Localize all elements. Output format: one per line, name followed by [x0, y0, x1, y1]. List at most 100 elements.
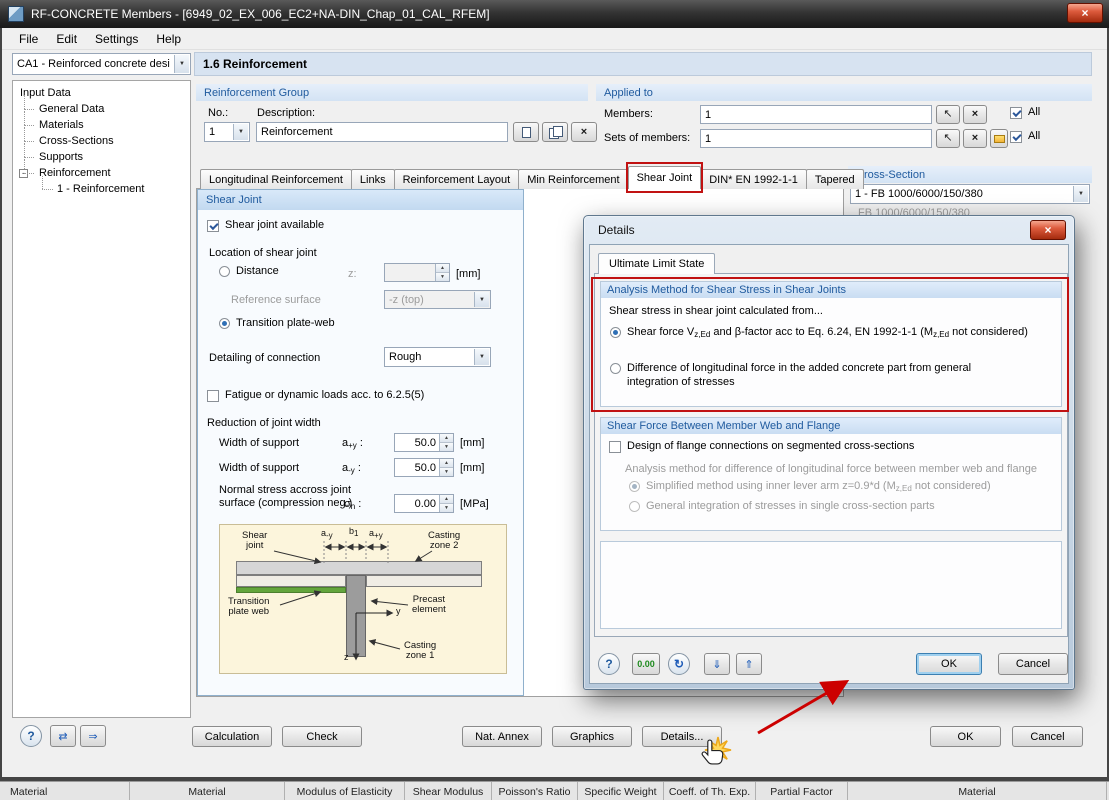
details-dialog-titlebar[interactable]: Details [584, 216, 1074, 244]
longitudinal-difference-radio[interactable] [610, 363, 621, 374]
tree-item-materials[interactable]: Materials [13, 111, 190, 133]
case-selector[interactable]: CA1 - Reinforced concrete desi ▼ [12, 53, 191, 75]
pick-sets-button[interactable]: ↖ [936, 129, 960, 148]
distance-radio[interactable]: Distance [219, 265, 279, 277]
navigator-tree: Input Data General Data Materials Cross-… [12, 80, 191, 718]
new-group-button[interactable] [513, 122, 539, 142]
chevron-down-icon: ▼ [474, 292, 489, 307]
shear-stress-section-header: Analysis Method for Shear Stress in Shea… [601, 282, 1061, 298]
flange-section-header: Shear Force Between Member Web and Flang… [601, 418, 1061, 434]
simplified-method-radio[interactable]: Simplified method using inner lever arm … [629, 480, 991, 493]
members-input[interactable]: 1 [700, 105, 932, 124]
diagram-topping-slab [236, 561, 482, 575]
calculation-button[interactable]: Calculation [192, 726, 272, 747]
spinner-arrows-icon[interactable]: ▲ ▼ [435, 264, 449, 281]
details-cancel-button[interactable]: Cancel [998, 653, 1068, 675]
shear-force-beta-radio[interactable] [610, 327, 621, 338]
reset-defaults-button[interactable]: ↻ [668, 653, 690, 675]
tree-item-supports[interactable]: Supports [13, 143, 190, 165]
details-button[interactable]: Details... [642, 726, 722, 747]
tab-strip: Longitudinal Reinforcement Links Reinfor… [200, 162, 864, 193]
normal-stress-spinner[interactable]: 0.00 ▲ ▼ [394, 494, 454, 513]
details-ok-button[interactable]: OK [916, 653, 982, 675]
check-button[interactable]: Check [282, 726, 362, 747]
diagram-label-casting-zone-1: Casting zone 1 [404, 640, 437, 661]
diagram-left-plank [236, 575, 346, 587]
tab-din-en-1992[interactable]: DIN* EN 1992-1-1 [700, 169, 807, 189]
flange-section: Shear Force Between Member Web and Flang… [600, 417, 1062, 531]
sets-all-checkbox[interactable]: All [1010, 130, 1040, 143]
mm-unit: [mm] [460, 462, 485, 474]
table-header-cell: Poisson's Ratio [492, 782, 578, 800]
menu-settings[interactable]: Settings [86, 29, 147, 49]
detailing-select[interactable]: Rough ▼ [384, 347, 491, 367]
titlebar[interactable]: RF-CONCRETE Members - [6949_02_EX_006_EC… [0, 0, 1109, 28]
jump-graphic-button[interactable]: ⇄ [50, 725, 76, 747]
width-of-support-label-2: Width of support [219, 462, 300, 474]
fatigue-checkbox[interactable]: Fatigue or dynamic loads acc. to 6.2.5(5… [207, 389, 424, 402]
cross-section-select[interactable]: 1 - FB 1000/6000/150/380 ▼ [850, 184, 1090, 204]
clear-members-button[interactable]: × [963, 105, 987, 124]
help-button[interactable]: ? [20, 725, 42, 747]
export-settings-button[interactable]: ⇑ [736, 653, 762, 675]
copy-icon [548, 126, 563, 139]
ok-button[interactable]: OK [930, 726, 1001, 747]
close-button[interactable]: × [1067, 3, 1103, 23]
clear-sets-button[interactable]: × [963, 129, 987, 148]
longitudinal-difference-label: Difference of longitudinal force in the … [627, 362, 972, 388]
tab-longitudinal-reinforcement[interactable]: Longitudinal Reinforcement [200, 169, 352, 189]
table-header-cell: Material [130, 782, 285, 800]
tree-item-reinforcement[interactable]: - Reinforcement [13, 159, 190, 181]
jump-next-button[interactable]: ⇒ [80, 725, 106, 747]
flange-design-checkbox[interactable]: Design of flange connections on segmente… [609, 440, 914, 453]
graphics-button[interactable]: Graphics [552, 726, 632, 747]
radio-off-icon [219, 266, 230, 277]
table-header-cell: Material [848, 782, 1107, 800]
description-input[interactable]: Reinforcement [256, 122, 508, 142]
spinner-arrows-icon[interactable]: ▲ ▼ [439, 459, 453, 476]
collapse-icon[interactable]: - [19, 169, 28, 178]
tree-item-1-reinforcement[interactable]: 1 - Reinforcement [13, 176, 190, 197]
chevron-down-icon: ▼ [233, 124, 248, 140]
tree-item-cross-sections[interactable]: Cross-Sections [13, 127, 190, 149]
delete-group-button[interactable]: × [571, 122, 597, 142]
copy-group-button[interactable] [542, 122, 568, 142]
reinforcement-number-select[interactable]: 1 ▼ [204, 122, 250, 142]
rf-concrete-members-window: RF-CONCRETE Members - [6949_02_EX_006_EC… [0, 0, 1109, 800]
transition-plate-web-radio[interactable]: Transition plate-web [219, 317, 335, 329]
tab-tapered[interactable]: Tapered [805, 169, 864, 189]
pick-members-button[interactable]: ↖ [936, 105, 960, 124]
menu-edit[interactable]: Edit [47, 29, 86, 49]
menu-help[interactable]: Help [147, 29, 190, 49]
width-support-plus-y-spinner[interactable]: 50.0 ▲ ▼ [394, 433, 454, 452]
nat-annex-button[interactable]: Nat. Annex [462, 726, 542, 747]
tab-reinforcement-layout[interactable]: Reinforcement Layout [393, 169, 520, 189]
tree-root-input-data[interactable]: Input Data [13, 85, 190, 101]
tab-links[interactable]: Links [350, 169, 395, 189]
pick-icon: ↖ [943, 108, 953, 120]
tree-item-general-data[interactable]: General Data [13, 95, 190, 117]
new-set-button[interactable] [990, 129, 1008, 148]
number-format-button[interactable]: 0.00 [632, 653, 660, 675]
tab-shear-joint[interactable]: Shear Joint [625, 162, 703, 193]
members-label: Members: [604, 108, 653, 120]
spinner-arrows-icon[interactable]: ▲ ▼ [439, 434, 453, 451]
sets-of-members-input[interactable]: 1 [700, 129, 932, 148]
details-close-button[interactable]: × [1030, 220, 1066, 240]
shear-joint-available-checkbox[interactable]: Shear joint available [207, 219, 324, 232]
tab-min-reinforcement[interactable]: Min Reinforcement [518, 169, 629, 189]
width-support-minus-y-spinner[interactable]: 50.0 ▲ ▼ [394, 458, 454, 477]
close-icon: × [1044, 223, 1052, 237]
cancel-button[interactable]: Cancel [1012, 726, 1083, 747]
menu-file[interactable]: File [10, 29, 47, 49]
import-settings-button[interactable]: ⇓ [704, 653, 730, 675]
tab-ultimate-limit-state[interactable]: Ultimate Limit State [598, 253, 716, 274]
z-distance-spinner[interactable]: ▲ ▼ [384, 263, 450, 282]
members-all-checkbox[interactable]: All [1010, 106, 1040, 119]
general-integration-radio[interactable]: General integration of stresses in singl… [629, 500, 935, 512]
details-help-button[interactable]: ? [598, 653, 620, 675]
export-icon: ⇑ [744, 658, 754, 671]
spinner-arrows-icon[interactable]: ▲ ▼ [439, 495, 453, 512]
reference-surface-select[interactable]: -z (top) ▼ [384, 290, 491, 309]
table-header-cell: Specific Weight [578, 782, 664, 800]
